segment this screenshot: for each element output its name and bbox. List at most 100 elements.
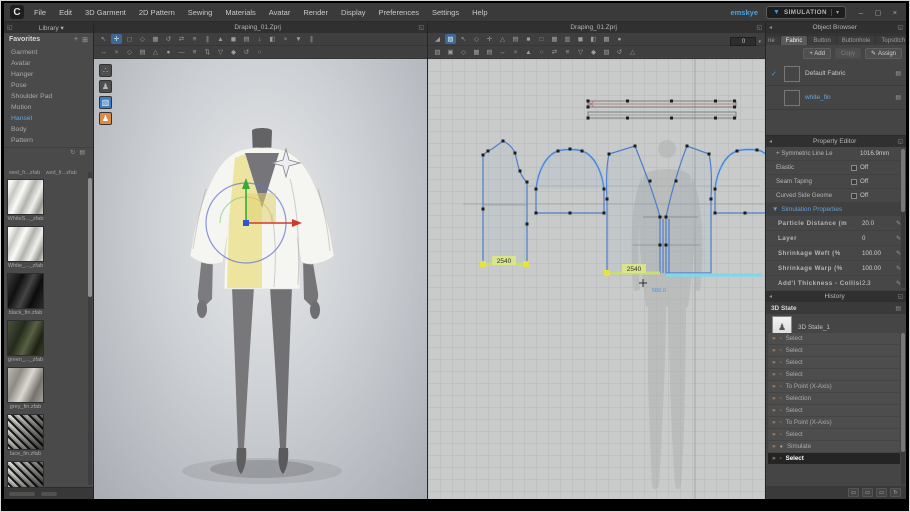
pattern-sleeve-right[interactable] xyxy=(714,149,766,215)
tool-icon[interactable]: ◇ xyxy=(137,34,148,44)
viewport-toggle-button[interactable]: ♟ xyxy=(99,80,112,93)
history-entry[interactable]: » ▫ To Point (X-Axis) xyxy=(768,381,900,392)
tool-icon[interactable]: ∥ xyxy=(202,34,213,44)
tool-icon[interactable]: △ xyxy=(150,47,161,57)
object-browser-tab[interactable]: Buttonhole xyxy=(837,36,876,45)
menu-item[interactable]: 3D Garment xyxy=(85,8,126,17)
checkbox[interactable] xyxy=(851,193,857,199)
property-value[interactable]: 20.0 xyxy=(862,220,896,227)
add-favorite-icon[interactable]: + xyxy=(74,36,78,43)
property-value[interactable]: 100.00 xyxy=(862,265,896,272)
object-browser-tab[interactable]: Topstitch xyxy=(876,36,906,45)
fabric-menu-icon[interactable]: ▤ xyxy=(895,70,901,77)
tool-icon[interactable]: ∥ xyxy=(306,34,317,44)
tool-icon[interactable]: ▨ xyxy=(601,47,612,57)
history-entry[interactable]: » ▫ Select xyxy=(768,369,900,380)
assign-fabric-button[interactable]: ✎Assign xyxy=(865,48,902,59)
library-item[interactable]: Shoulder Pad xyxy=(4,91,93,102)
tool-icon[interactable]: × xyxy=(111,47,122,57)
simulation-button[interactable]: ▼ SIMULATION ▾ xyxy=(766,6,846,19)
pattern-front-right[interactable] xyxy=(665,145,763,276)
tool-icon[interactable]: ○ xyxy=(536,47,547,57)
library-item[interactable]: Pattern xyxy=(4,135,93,146)
add-folder-icon[interactable]: ⊞ xyxy=(82,36,88,44)
fabric-thumbnail[interactable]: lace_fin.zfab xyxy=(7,414,44,457)
tool-icon[interactable]: ↔ xyxy=(98,47,109,57)
property-editor-header[interactable]: ◂ Property Editor ◱ xyxy=(766,136,906,147)
history-entry[interactable]: » ▫ Select xyxy=(768,405,900,416)
tool-icon[interactable]: ■ xyxy=(523,34,534,44)
history-entry[interactable]: » ▫ Select xyxy=(768,345,900,356)
tool-icon[interactable]: ▣ xyxy=(445,47,456,57)
tool-icon[interactable]: ↖ xyxy=(98,34,109,44)
tool-icon[interactable]: ◧ xyxy=(267,34,278,44)
tool-icon[interactable]: ○ xyxy=(254,47,265,57)
property-value[interactable]: Off xyxy=(860,192,900,199)
checkbox[interactable] xyxy=(851,179,857,185)
property-value[interactable]: 1016.9mm xyxy=(860,150,900,157)
copy-fabric-button[interactable]: Copy xyxy=(835,48,861,59)
menu-item[interactable]: Help xyxy=(472,8,487,17)
tool-icon[interactable]: ◢ xyxy=(432,34,443,44)
property-value[interactable]: 2.3 xyxy=(862,280,896,287)
tool-icon[interactable]: ◇ xyxy=(458,47,469,57)
fabric-thumbnail[interactable]: black_fin.zfab xyxy=(7,273,44,316)
tool-icon[interactable]: ◧ xyxy=(588,34,599,44)
pattern-back-panel[interactable]: 2540 xyxy=(480,140,529,268)
neckband-pattern[interactable] xyxy=(587,100,737,120)
library-item[interactable]: Garment xyxy=(4,47,93,58)
menu-item[interactable]: Display xyxy=(341,8,366,17)
history-entry[interactable]: » ▫ Select xyxy=(768,453,900,464)
pattern-sleeve-left[interactable] xyxy=(535,148,606,215)
simulation-caret-icon[interactable]: ▾ xyxy=(831,9,839,16)
property-value[interactable]: 100.00 xyxy=(862,250,896,257)
object-browser-tab[interactable]: Button xyxy=(808,36,835,45)
history-scrollbar[interactable] xyxy=(901,333,905,485)
tool-icon[interactable]: ⇅ xyxy=(202,47,213,57)
tool-icon[interactable]: ◆ xyxy=(588,47,599,57)
tool-icon[interactable]: ▦ xyxy=(471,47,482,57)
refresh-icon[interactable]: ↻ xyxy=(70,149,75,156)
tool-icon[interactable]: ● xyxy=(163,47,174,57)
tool-icon[interactable]: ▤ xyxy=(137,47,148,57)
tool-icon[interactable]: ✛ xyxy=(484,34,495,44)
fabric-row[interactable]: ✓ Default Fabric ▤ xyxy=(766,62,906,86)
tool-icon[interactable]: △ xyxy=(497,34,508,44)
history-view-icon[interactable]: ▭ xyxy=(862,488,873,497)
property-value[interactable]: 0 xyxy=(862,235,896,242)
history-entry[interactable]: » ▫ Select xyxy=(768,357,900,368)
library-item[interactable]: Pose xyxy=(4,80,93,91)
history-view-icon[interactable]: ▭ xyxy=(848,488,859,497)
tool-icon[interactable]: ▤ xyxy=(484,47,495,57)
history-entry[interactable]: » ▫ Select xyxy=(768,333,900,344)
viewport-toggle-button[interactable]: ▧ xyxy=(99,96,112,109)
viewport-3d-header[interactable]: Draping_01.Zprj ◱ xyxy=(94,22,427,33)
simulation-properties-section[interactable]: ▼ Simulation Properties xyxy=(766,203,906,216)
tool-icon[interactable]: ◼ xyxy=(228,34,239,44)
tool-icon[interactable]: ▨ xyxy=(445,34,456,44)
history-entry[interactable]: » ▫ Select xyxy=(768,429,900,440)
tool-icon[interactable]: ▽ xyxy=(575,47,586,57)
tool-icon[interactable]: ◆ xyxy=(228,47,239,57)
fabric-thumbnail[interactable]: WhiteS..._zfab xyxy=(7,179,44,222)
menu-item[interactable]: File xyxy=(34,8,46,17)
viewport-2d-header[interactable]: Draping_01.Zprj ◱ xyxy=(428,22,765,33)
tool-icon[interactable]: ◼ xyxy=(575,34,586,44)
fabric-swatch[interactable] xyxy=(784,90,800,106)
username-label[interactable]: emskye xyxy=(730,8,758,17)
viewport-toggle-button[interactable]: ∴ xyxy=(99,64,112,77)
tool-icon[interactable]: ≡ xyxy=(189,47,200,57)
history-view-icon[interactable]: ▭ xyxy=(876,488,887,497)
tool-icon[interactable]: ↺ xyxy=(241,47,252,57)
panel-expand-icon[interactable]: ◱ xyxy=(756,24,762,31)
state-options-icon[interactable]: ▤ xyxy=(895,305,901,312)
library-item[interactable]: Avatar xyxy=(4,58,93,69)
tool-icon[interactable]: ↺ xyxy=(163,34,174,44)
tool-icon[interactable]: — xyxy=(176,47,187,57)
library-item[interactable]: Hanger xyxy=(4,69,93,80)
grid-view-icon[interactable]: ▤ xyxy=(79,149,85,156)
object-browser-tab[interactable]: ne xyxy=(766,36,780,45)
object-browser-header[interactable]: ◂ Object Browser ◱ xyxy=(766,22,906,33)
fabric-menu-icon[interactable]: ▤ xyxy=(895,94,901,101)
menu-item[interactable]: Materials xyxy=(225,8,255,17)
